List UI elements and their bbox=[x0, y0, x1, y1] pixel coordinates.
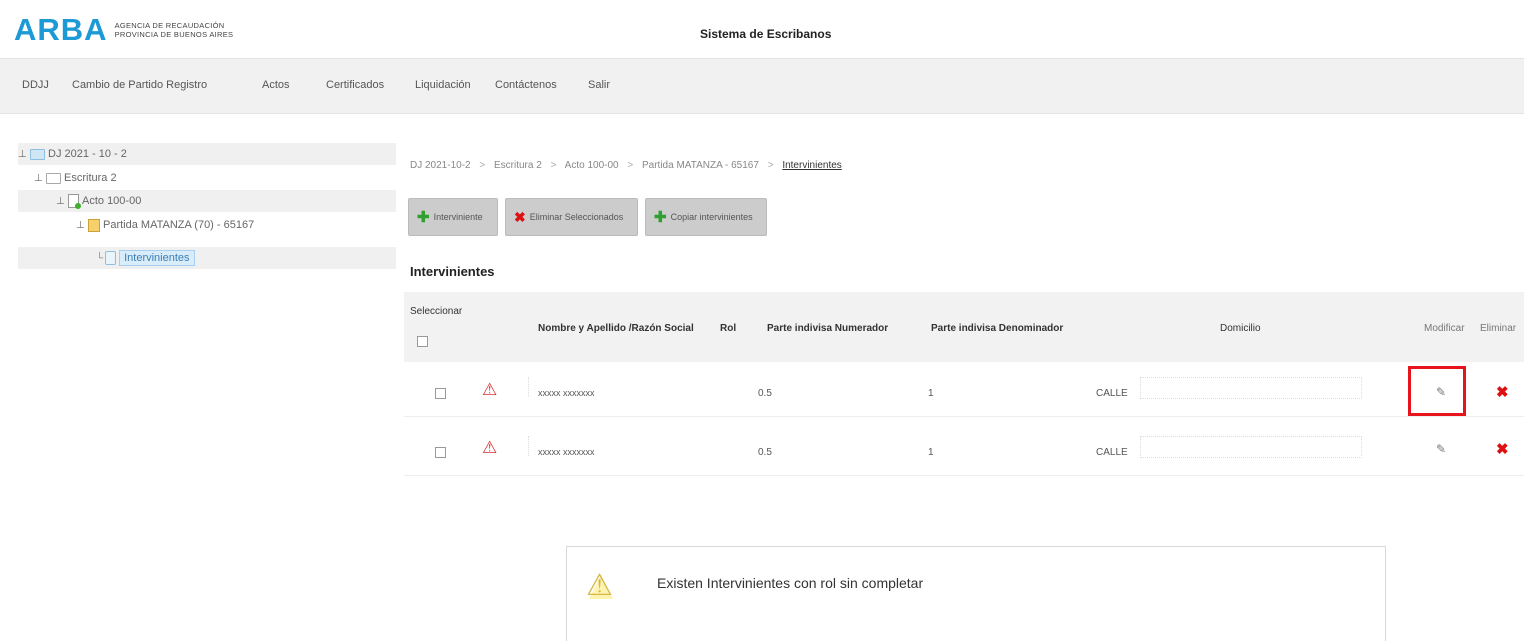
warning-icon: ⚠ bbox=[586, 569, 613, 602]
tree-collapse-icon[interactable]: ⊥ bbox=[56, 196, 66, 207]
table-header: Seleccionar Nombre y Apellido /Razón Soc… bbox=[404, 292, 1524, 362]
breadcrumb: DJ 2021-10-2 > Escritura 2 > Acto 100-00… bbox=[410, 160, 842, 171]
button-label: Eliminar Seleccionados bbox=[529, 212, 624, 222]
person-icon bbox=[105, 251, 117, 265]
lot-icon bbox=[88, 218, 100, 232]
tree-node-acto[interactable]: ⊥ Acto 100-00 bbox=[18, 190, 396, 212]
folder-open-icon bbox=[46, 172, 61, 184]
column-header-domicilio: Domicilio bbox=[1220, 323, 1261, 334]
delete-row-icon[interactable]: ✖ bbox=[1496, 440, 1509, 458]
breadcrumb-separator: > bbox=[767, 160, 774, 171]
warning-icon: ⚠ bbox=[482, 438, 498, 457]
row-select-checkbox[interactable] bbox=[435, 447, 446, 458]
denominator-cell: 1 bbox=[928, 447, 934, 458]
plus-icon: ✚ bbox=[417, 209, 430, 226]
table-row: ⚠ xxxxx xxxxxxx 0.5 1 CALLE ✎ ✖ bbox=[404, 368, 1524, 417]
tree-collapse-icon[interactable]: ⊥ bbox=[18, 149, 28, 160]
domicilio-field bbox=[1140, 377, 1362, 399]
logo-subtitle-line-1: AGENCIA DE RECAUDACIÓN bbox=[114, 20, 225, 30]
main-nav: DDJJ Cambio de Partido Registro Actos Ce… bbox=[0, 58, 1524, 114]
system-title: Sistema de Escribanos bbox=[700, 27, 832, 41]
domicilio-cell: CALLE bbox=[1096, 447, 1128, 458]
logo-subtitle-line-2: PROVINCIA DE BUENOS AIRES bbox=[114, 29, 234, 39]
copy-intervinientes-button[interactable]: ✚ Copiar intervinientes bbox=[645, 198, 767, 236]
tree-node-intervinientes[interactable]: └ Intervinientes bbox=[18, 247, 396, 269]
add-interviniente-button[interactable]: ✚ Interviniente bbox=[408, 198, 498, 236]
delete-icon: ✖ bbox=[514, 208, 526, 225]
tree-node-label: Acto 100-00 bbox=[82, 195, 142, 207]
column-header-select: Seleccionar bbox=[410, 306, 463, 317]
column-header-rol: Rol bbox=[720, 323, 737, 334]
delete-selected-button[interactable]: ✖ Eliminar Seleccionados bbox=[505, 198, 638, 236]
column-header-eliminar: Eliminar bbox=[1480, 323, 1517, 334]
section-title: Intervinientes bbox=[410, 264, 495, 279]
plus-icon: ✚ bbox=[654, 209, 667, 226]
breadcrumb-current[interactable]: Intervinientes bbox=[782, 160, 841, 171]
column-header-numerator: Parte indivisa Numerador bbox=[767, 323, 889, 334]
app-header: ARBA AGENCIA DE RECAUDACIÓN PROVINCIA DE… bbox=[0, 0, 1524, 58]
document-icon bbox=[68, 194, 81, 209]
folder-icon bbox=[30, 148, 45, 160]
nav-item-actos[interactable]: Actos bbox=[262, 79, 290, 91]
tree-node-label: DJ 2021 - 10 - 2 bbox=[48, 148, 127, 160]
breadcrumb-item[interactable]: Acto 100-00 bbox=[565, 160, 619, 171]
row-select-checkbox[interactable] bbox=[435, 388, 446, 399]
logo-text: ARBA bbox=[14, 12, 108, 47]
tree-node-label: Intervinientes bbox=[119, 250, 195, 266]
select-all-checkbox[interactable] bbox=[417, 336, 428, 347]
breadcrumb-separator: > bbox=[479, 160, 486, 171]
tree-node-escritura[interactable]: ⊥ Escritura 2 bbox=[34, 167, 117, 189]
edit-pencil-icon[interactable]: ✎ bbox=[1436, 442, 1446, 456]
button-label: Copiar intervinientes bbox=[670, 212, 753, 222]
column-header-denominator: Parte indivisa Denominador bbox=[931, 323, 1064, 334]
edit-highlight-box bbox=[1408, 366, 1466, 416]
delete-row-icon[interactable]: ✖ bbox=[1496, 383, 1509, 401]
nav-item-certificados[interactable]: Certificados bbox=[326, 79, 384, 91]
table-row: ⚠ xxxxx xxxxxxx 0.5 1 CALLE ✎ ✖ bbox=[404, 427, 1524, 476]
button-label: Interviniente bbox=[433, 212, 483, 222]
breadcrumb-separator: > bbox=[627, 160, 634, 171]
name-cell: xxxxx xxxxxxx bbox=[538, 447, 595, 457]
numerator-cell: 0.5 bbox=[758, 388, 772, 399]
domicilio-field bbox=[1140, 436, 1362, 458]
breadcrumb-separator: > bbox=[550, 160, 557, 171]
warning-icon: ⚠ bbox=[482, 380, 498, 399]
nav-item-salir[interactable]: Salir bbox=[588, 79, 610, 91]
logo-subtitle: AGENCIA DE RECAUDACIÓN PROVINCIA DE BUEN… bbox=[115, 21, 234, 39]
column-header-modificar: Modificar bbox=[1424, 323, 1465, 334]
nav-item-liquidacion[interactable]: Liquidación bbox=[415, 79, 471, 91]
tree-collapse-icon[interactable]: ⊥ bbox=[76, 220, 86, 231]
tree-node-label: Escritura 2 bbox=[64, 172, 117, 184]
alert-message: Existen Intervinientes con rol sin compl… bbox=[657, 575, 924, 591]
tree-collapse-icon[interactable]: ⊥ bbox=[34, 173, 44, 184]
column-header-name: Nombre y Apellido /Razón Social bbox=[538, 323, 694, 334]
tree-node-label: Partida MATANZA (70) - 65167 bbox=[103, 219, 255, 231]
breadcrumb-item[interactable]: Escritura 2 bbox=[494, 160, 542, 171]
arba-logo[interactable]: ARBA AGENCIA DE RECAUDACIÓN PROVINCIA DE… bbox=[14, 14, 233, 45]
nav-item-contactenos[interactable]: Contáctenos bbox=[495, 79, 557, 91]
breadcrumb-item[interactable]: DJ 2021-10-2 bbox=[410, 160, 471, 171]
warning-alert: ⚠ Existen Intervinientes con rol sin com… bbox=[566, 546, 1386, 641]
tree-connector-icon: └ bbox=[96, 252, 104, 264]
tree-node-dj[interactable]: ⊥ DJ 2021 - 10 - 2 bbox=[18, 143, 396, 165]
denominator-cell: 1 bbox=[928, 388, 934, 399]
name-cell: xxxxx xxxxxxx bbox=[538, 388, 595, 398]
nav-item-ddjj[interactable]: DDJJ bbox=[22, 79, 49, 91]
nav-item-cambio-partido[interactable]: Cambio de Partido Registro bbox=[72, 79, 207, 91]
tree-node-partida[interactable]: ⊥ Partida MATANZA (70) - 65167 bbox=[76, 214, 254, 236]
numerator-cell: 0.5 bbox=[758, 447, 772, 458]
domicilio-cell: CALLE bbox=[1096, 388, 1128, 399]
breadcrumb-item[interactable]: Partida MATANZA - 65167 bbox=[642, 160, 759, 171]
